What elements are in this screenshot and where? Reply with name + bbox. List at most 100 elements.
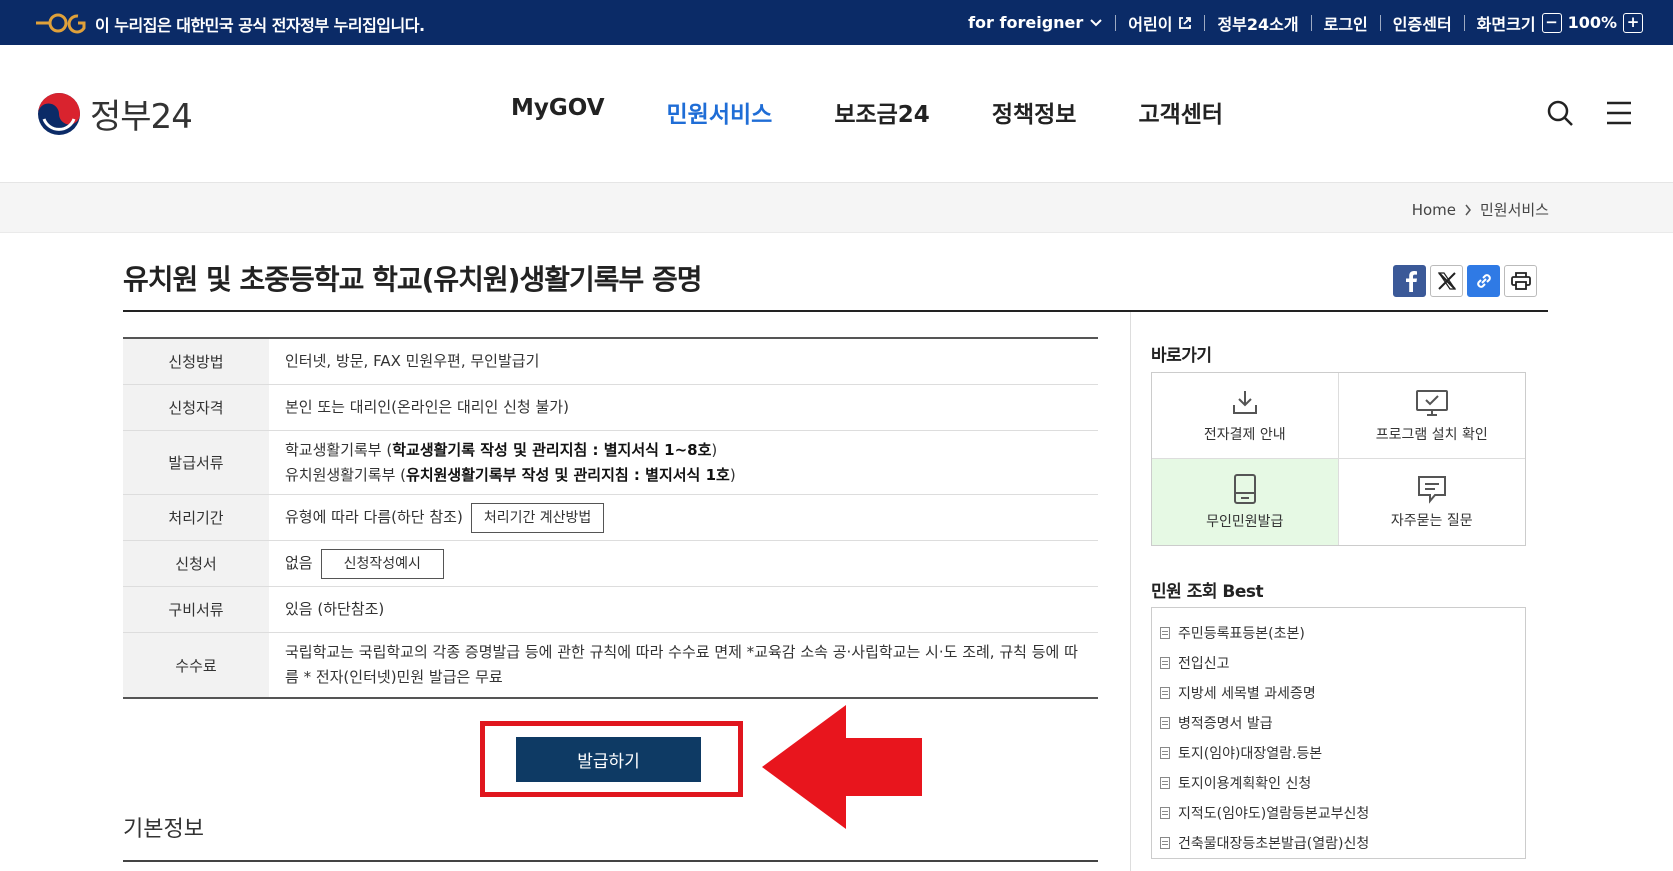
best-services-list: 주민등록표등본(초본) 전입신고 지방세 세목별 과세증명 병적증명서 발급 토… xyxy=(1151,607,1526,859)
screen-size-label: 화면크기 xyxy=(1476,14,1536,34)
document-icon xyxy=(1160,807,1170,819)
document-icon xyxy=(1160,687,1170,699)
hamburger-menu-icon[interactable] xyxy=(1606,101,1632,125)
row-value: 있음 (하단참조) xyxy=(285,600,385,618)
document-icon xyxy=(1160,627,1170,639)
table-row: 신청서 없음 신청작성예시 xyxy=(123,541,1098,587)
row-value: 본인 또는 대리인(온라인은 대리인 신청 불가) xyxy=(285,398,569,416)
title-divider xyxy=(123,310,1548,312)
x-logo-icon xyxy=(1437,272,1456,290)
chevron-down-icon xyxy=(1090,18,1102,26)
main-nav: MyGOV 민원서비스 보조금24 정책정보 고객센터 xyxy=(511,95,1223,129)
document-icon xyxy=(1160,777,1170,789)
quick-link-epayment[interactable]: 전자결제 안내 xyxy=(1152,373,1339,459)
sidebar-divider xyxy=(1130,312,1131,871)
row-label: 발급서류 xyxy=(123,431,269,494)
breadcrumb-current[interactable]: 민원서비스 xyxy=(1480,199,1549,220)
chevron-right-icon xyxy=(1465,204,1471,215)
nav-mygov[interactable]: MyGOV xyxy=(511,95,605,129)
section-title-basic-info: 기본정보 xyxy=(123,817,204,842)
issued-doc-kindergarten: 유치원생활기록부 (유치원생활기록부 작성 및 관리지침 : 별지서식 1호) xyxy=(285,465,736,484)
for-foreigner-label: for foreigner xyxy=(968,13,1084,32)
print-button[interactable] xyxy=(1504,265,1537,297)
list-item[interactable]: 주민등록표등본(초본) xyxy=(1160,618,1517,648)
row-value: 인터넷, 방문, FAX 민원우편, 무인발급기 xyxy=(285,352,540,370)
search-icon[interactable] xyxy=(1546,99,1574,127)
list-item[interactable]: 지방세 세목별 과세증명 xyxy=(1160,678,1517,708)
printer-icon xyxy=(1510,272,1531,290)
login-link[interactable]: 로그인 xyxy=(1324,11,1368,35)
zoom-level: 100% xyxy=(1567,13,1617,32)
row-label: 신청방법 xyxy=(123,339,269,384)
document-icon xyxy=(1160,717,1170,729)
issued-doc-school: 학교생활기록부 (학교생활기록 작성 및 관리지침 : 별지서식 1~8호) xyxy=(285,440,718,459)
list-item[interactable]: 지적도(임야도)열람등본교부신청 xyxy=(1160,798,1517,828)
list-item[interactable]: 건축물대장등초본발급(열람)신청 xyxy=(1160,828,1517,858)
list-item[interactable]: 전입신고 xyxy=(1160,648,1517,678)
gov-notice-text: 이 누리집은 대한민국 공식 전자정부 누리집입니다. xyxy=(95,16,425,35)
table-row: 발급서류 학교생활기록부 (학교생활기록 작성 및 관리지침 : 별지서식 1~… xyxy=(123,431,1098,495)
about-link[interactable]: 정부24소개 xyxy=(1217,11,1298,35)
row-label: 신청자격 xyxy=(123,385,269,430)
nav-civil-service[interactable]: 민원서비스 xyxy=(667,95,773,129)
download-icon xyxy=(1232,390,1257,414)
document-icon xyxy=(1160,747,1170,759)
table-row: 신청자격 본인 또는 대리인(온라인은 대리인 신청 불가) xyxy=(123,385,1098,431)
list-item[interactable]: 병적증명서 발급 xyxy=(1160,708,1517,738)
facebook-share-button[interactable] xyxy=(1393,265,1426,297)
link-icon xyxy=(1476,274,1491,288)
share-toolbar xyxy=(1393,265,1537,297)
gov24-logo[interactable]: 정부24 xyxy=(36,89,193,138)
list-item[interactable]: 토지(임야)대장열람.등본 xyxy=(1160,738,1517,768)
monitor-check-icon xyxy=(1415,389,1448,416)
quick-link-faq[interactable]: 자주묻는 질문 xyxy=(1339,459,1526,545)
table-row: 수수료 국립학교는 국립학교의 각종 증명발급 등에 관한 규칙에 따라 수수료… xyxy=(123,633,1098,697)
logo-text: 정부24 xyxy=(90,97,193,137)
page-title: 유치원 및 초중등학교 학교(유치원)생활기록부 증명 xyxy=(123,263,703,296)
egov-mark-icon xyxy=(36,13,86,34)
taeguk-logo-icon xyxy=(38,92,80,135)
utility-nav: for foreigner 어린이 정부24소개 로그인 인증센터 화면크기 −… xyxy=(968,0,1643,45)
processing-period-calc-button[interactable]: 처리기간 계산방법 xyxy=(470,502,605,533)
table-row: 처리기간 유형에 따라 다름(하단 참조) 처리기간 계산방법 xyxy=(123,495,1098,541)
kids-link[interactable]: 어린이 xyxy=(1128,11,1192,35)
section-divider xyxy=(123,860,1098,862)
speech-bubble-icon xyxy=(1417,476,1446,504)
best-services-title: 민원 조회 Best xyxy=(1151,582,1264,602)
cert-center-link[interactable]: 인증센터 xyxy=(1393,11,1452,35)
document-icon xyxy=(1160,837,1170,849)
gov-notice-bar: 이 누리집은 대한민국 공식 전자정부 누리집입니다. for foreigne… xyxy=(0,0,1673,45)
breadcrumb-home[interactable]: Home xyxy=(1412,201,1456,219)
quick-link-program-check[interactable]: 프로그램 설치 확인 xyxy=(1338,373,1525,459)
annotation-arrow-icon xyxy=(762,705,922,829)
for-foreigner-dropdown[interactable]: for foreigner xyxy=(968,13,1103,32)
kids-label: 어린이 xyxy=(1128,14,1173,34)
nav-subsidy24[interactable]: 보조금24 xyxy=(834,95,930,129)
breadcrumb-bar: Home 민원서비스 xyxy=(0,183,1673,233)
table-row: 구비서류 있음 (하단참조) xyxy=(123,587,1098,633)
row-value: 유형에 따라 다름(하단 참조) xyxy=(285,508,463,526)
application-example-button[interactable]: 신청작성예시 xyxy=(320,548,444,579)
row-label: 처리기간 xyxy=(123,495,269,540)
row-label: 수수료 xyxy=(123,633,269,697)
list-item[interactable]: 토지이용계획확인 신청 xyxy=(1160,768,1517,798)
x-share-button[interactable] xyxy=(1430,265,1463,297)
kiosk-icon xyxy=(1233,474,1256,504)
nav-policy-info[interactable]: 정책정보 xyxy=(992,95,1077,129)
document-icon xyxy=(1160,657,1170,669)
nav-customer-center[interactable]: 고객센터 xyxy=(1138,95,1223,129)
issue-button[interactable]: 발급하기 xyxy=(516,737,701,782)
external-link-icon xyxy=(1179,16,1192,29)
row-value: 국립학교는 국립학교의 각종 증명발급 등에 관한 규칙에 따라 수수료 면제 … xyxy=(285,643,1078,686)
quick-link-kiosk[interactable]: 무인민원발급 xyxy=(1152,459,1339,545)
row-value: 없음 xyxy=(285,554,313,572)
table-row: 신청방법 인터넷, 방문, FAX 민원우편, 무인발급기 xyxy=(123,339,1098,385)
quick-links-title: 바로가기 xyxy=(1151,346,1212,366)
screen-size-control: 화면크기 − 100% + xyxy=(1477,11,1643,35)
facebook-icon xyxy=(1405,271,1417,292)
zoom-in-button[interactable]: + xyxy=(1623,12,1643,33)
service-info-table: 신청방법 인터넷, 방문, FAX 민원우편, 무인발급기 신청자격 본인 또는… xyxy=(123,337,1098,699)
copy-link-button[interactable] xyxy=(1467,265,1500,297)
site-header: 정부24 MyGOV 민원서비스 보조금24 정책정보 고객센터 xyxy=(0,45,1673,183)
zoom-out-button[interactable]: − xyxy=(1541,12,1562,33)
